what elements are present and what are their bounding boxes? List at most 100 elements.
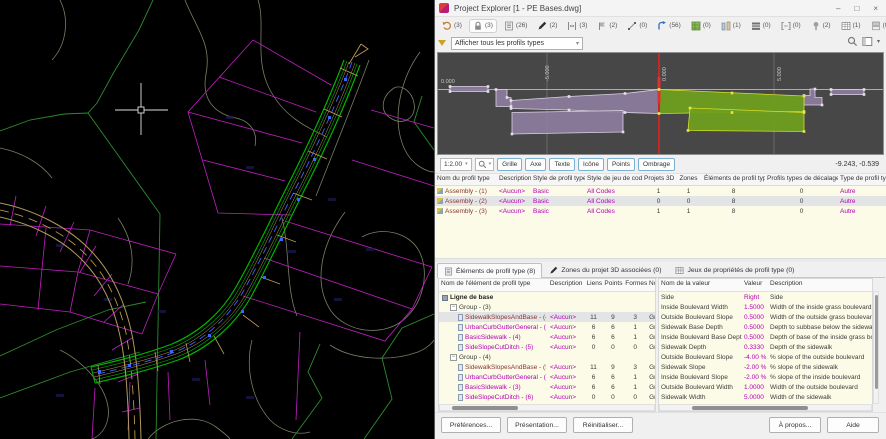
scroll-thumb[interactable]: [692, 406, 808, 410]
element-cell: 0: [585, 343, 603, 351]
profile-type-filter-dropdown[interactable]: Afficher tous les profils types ▾: [451, 37, 583, 50]
close-button[interactable]: ×: [873, 4, 878, 13]
value-row[interactable]: Sidewalk Base Depth0.5000Depth to subbas…: [659, 322, 872, 332]
value-row[interactable]: Outside Boulevard Slope0.5000Width of th…: [659, 312, 872, 322]
toggle-grille[interactable]: Grille: [497, 158, 522, 171]
toolbar-count: (2): [609, 22, 617, 29]
toolbar-button-lock[interactable]: (3): [469, 19, 497, 33]
value-cell: Sidewalk Depth: [659, 343, 742, 351]
element-cell: [602, 297, 623, 298]
assembly-preview-view[interactable]: -5.000 0.000 5.000 0.000: [437, 52, 884, 155]
toolbar-button-table[interactable]: (1): [838, 20, 864, 32]
value-row[interactable]: Sidewalk Width5.0000Width of the sidewal…: [659, 392, 872, 402]
layout-panel-icon[interactable]: [862, 36, 873, 47]
flag-icon: [597, 21, 607, 31]
cad-viewport[interactable]: [0, 0, 434, 439]
assembly-row[interactable]: Assembly - (2)<Aucun>BasicAll Codes0080A…: [435, 196, 886, 206]
element-row[interactable]: SidewalkSlopesAndBase - (5)<Aucun>1193Gr…: [439, 362, 655, 372]
element-cell: 6: [602, 323, 623, 331]
search-icon[interactable]: [847, 36, 858, 47]
assembly-cell: 0: [675, 197, 702, 205]
tab-1[interactable]: Zones du projet 3D associées (0): [542, 262, 668, 277]
footer-button-right-1[interactable]: Aide: [827, 417, 879, 433]
toolbar-button-flag[interactable]: (2): [594, 20, 620, 32]
assembly-row[interactable]: Assembly - (1)<Aucun>BasicAll Codes1180A…: [435, 186, 886, 196]
scroll-thumb[interactable]: [452, 406, 518, 410]
toolbar-button-segment[interactable]: (0): [624, 20, 650, 32]
values-vscrollbar[interactable]: [873, 291, 879, 404]
elements-col-header: Points: [602, 279, 623, 291]
expander-icon[interactable]: −: [450, 354, 457, 361]
segment-icon: [627, 21, 637, 31]
elements-panel: Nom de l'élément de profil typeDescripti…: [438, 278, 656, 412]
toolbar-button-pin[interactable]: (2): [808, 20, 834, 32]
toggle-ombrage[interactable]: Ombrage: [638, 158, 675, 171]
toolbar-button-spacing[interactable]: (3): [564, 20, 590, 32]
element-row[interactable]: UrbanCurbGutterGeneral - (1)<Aucun>661Gr…: [439, 322, 655, 332]
toggle-axe[interactable]: Axe: [525, 158, 546, 171]
element-row[interactable]: −Group - (4): [439, 352, 655, 362]
spacing-icon: [567, 21, 577, 31]
value-row[interactable]: Inside Boulevard Width1.5000Width of the…: [659, 302, 872, 312]
toolbar-button-dark-rows[interactable]: (0): [748, 20, 774, 32]
footer-button-0[interactable]: Préférences...: [441, 417, 501, 433]
element-row[interactable]: SideSlopeCutDitch - (5)<Aucun>000Gro: [439, 342, 655, 352]
toolbar-button-brackets[interactable]: (0): [778, 20, 804, 32]
toolbar-button-green-grid[interactable]: (0): [688, 20, 714, 32]
chevron-down-icon[interactable]: ▾: [877, 38, 880, 45]
pen-icon: [537, 21, 547, 31]
toolbar-button-columns-swap[interactable]: (1): [718, 20, 744, 32]
toggle-texte[interactable]: Texte: [549, 158, 575, 171]
element-row[interactable]: −Group - (3): [439, 302, 655, 312]
element-name: BasicSidewalk - (4): [465, 334, 521, 341]
zoom-dropdown[interactable]: ▾: [475, 158, 495, 171]
assembly-cell: Basic: [531, 187, 585, 195]
values-col-header: Nom de la valeur: [659, 279, 742, 291]
assembly-row[interactable]: Assembly - (3)<Aucun>BasicAll Codes1180A…: [435, 206, 886, 216]
value-row[interactable]: Outside Boulevard Slope-4.00 %% slope of…: [659, 352, 872, 362]
element-row[interactable]: UrbanCurbGutterGeneral - (6)<Aucun>661Gr…: [439, 372, 655, 382]
footer-button-1[interactable]: Présentation...: [507, 417, 567, 433]
toolbar-button-doc-list[interactable]: (26): [501, 20, 531, 32]
toolbar-button-bend-arrow[interactable]: (56): [654, 20, 684, 32]
tab-0[interactable]: Éléments de profil type (8): [437, 263, 542, 278]
toolbar-button-undo-arrow[interactable]: (3): [439, 20, 465, 32]
element-cell: <Aucun>: [548, 393, 585, 401]
toggle-points[interactable]: Points: [607, 158, 635, 171]
value-row[interactable]: Inside Boulevard Slope-2.00 %% slope of …: [659, 372, 872, 382]
value-cell: 5.0000: [742, 393, 768, 401]
toggle-icône[interactable]: Icône: [578, 158, 604, 171]
toolbar-count: (2): [823, 22, 831, 29]
element-name-cell: SidewalkSlopesAndBase - (4): [439, 313, 548, 321]
elements-hscrollbar[interactable]: [439, 404, 655, 411]
element-row[interactable]: BasicSidewalk - (4)<Aucun>661Gro: [439, 332, 655, 342]
value-row[interactable]: SideRightSide: [659, 292, 872, 302]
scale-dropdown[interactable]: 1:2.00 ▾: [440, 158, 472, 171]
toolbar-button-layers[interactable]: (0): [868, 20, 886, 32]
expander-icon[interactable]: −: [450, 304, 457, 311]
element-cell: <Aucun>: [548, 333, 585, 341]
minimize-button[interactable]: –: [836, 4, 840, 13]
element-cell: [585, 357, 603, 358]
toolbar-count: (1): [733, 22, 741, 29]
value-row[interactable]: Sidewalk Depth0.3330Depth of the sidewal…: [659, 342, 872, 352]
footer-button-2[interactable]: Réinitialiser...: [573, 417, 633, 433]
footer-button-right-0[interactable]: À propos...: [769, 417, 821, 433]
value-row[interactable]: Outside Boulevard Width1.0000Width of th…: [659, 382, 872, 392]
element-row[interactable]: BasicSidewalk - (3)<Aucun>661Gro: [439, 382, 655, 392]
assembly-cell: <Aucun>: [497, 187, 531, 195]
element-row[interactable]: SidewalkSlopesAndBase - (4)<Aucun>1193Gr…: [439, 312, 655, 322]
element-cell: [602, 307, 623, 308]
value-row[interactable]: Sidewalk Slope-2.00 %% slope of the side…: [659, 362, 872, 372]
element-cell: <Aucun>: [548, 323, 585, 331]
element-row[interactable]: Ligne de base: [439, 292, 655, 302]
titlebar[interactable]: Project Explorer [1 - PE Bases.dwg] – □ …: [435, 0, 886, 17]
pen-icon: [549, 266, 558, 275]
value-row[interactable]: Inside Boulevard Base Depth0.5000Depth o…: [659, 332, 872, 342]
maximize-button[interactable]: □: [854, 4, 859, 13]
element-row[interactable]: SideSlopeCutDitch - (6)<Aucun>000Gro: [439, 392, 655, 402]
tab-2[interactable]: Jeux de propriétés de profil type (0): [668, 262, 801, 277]
scroll-thumb[interactable]: [875, 295, 878, 389]
toolbar-button-pen[interactable]: (2): [534, 20, 560, 32]
values-hscrollbar[interactable]: [659, 404, 872, 411]
